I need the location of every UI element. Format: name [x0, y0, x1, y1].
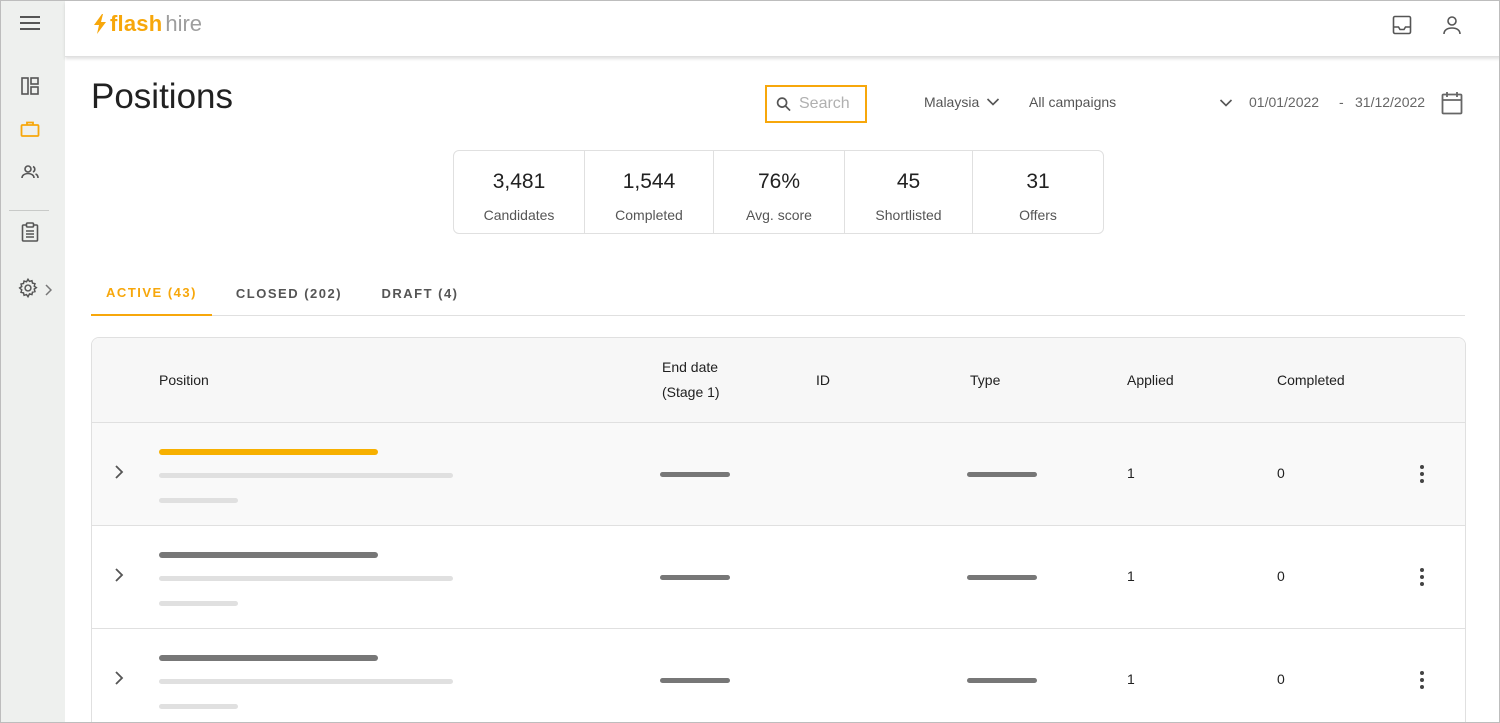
stat-value: 45 — [896, 170, 921, 193]
more-options-icon[interactable] — [1412, 669, 1432, 691]
date-separator: - — [1339, 94, 1344, 110]
tab-active[interactable]: ACTIVE (43) — [91, 271, 212, 316]
chevron-down-icon — [987, 98, 1000, 106]
stat-label: Offers — [1019, 207, 1057, 223]
stat-offers: 31 Offers — [973, 151, 1103, 233]
position-meta-placeholder — [159, 704, 238, 709]
dashboard-icon[interactable] — [17, 73, 43, 99]
top-bar: flash hire — [65, 1, 1499, 57]
expand-chevron-icon[interactable] — [110, 669, 128, 687]
date-from[interactable]: 01/01/2022 — [1249, 94, 1319, 110]
country-filter-value: Malaysia — [924, 94, 980, 110]
tab-closed[interactable]: CLOSED (202) — [224, 271, 354, 316]
positions-table: Position End date (Stage 1) ID Type Appl… — [91, 337, 1466, 722]
stats-summary: 3,481 Candidates 1,544 Completed 76% Avg… — [453, 150, 1104, 234]
column-header-end-date-line1: End date — [662, 359, 719, 375]
column-header-applied[interactable]: Applied — [1127, 368, 1174, 393]
type-placeholder — [967, 472, 1037, 477]
completed-count: 0 — [1277, 568, 1285, 584]
briefcase-icon[interactable] — [17, 116, 43, 142]
date-to[interactable]: 31/12/2022 — [1355, 94, 1425, 110]
sidebar — [1, 1, 65, 722]
chevron-down-icon — [1219, 99, 1233, 107]
search-icon — [776, 97, 791, 112]
stat-label: Shortlisted — [875, 207, 942, 223]
column-header-completed[interactable]: Completed — [1277, 368, 1345, 393]
position-subtitle-placeholder — [159, 576, 453, 581]
stat-label: Avg. score — [746, 207, 812, 223]
end-date-placeholder — [660, 678, 730, 683]
type-placeholder — [967, 678, 1037, 683]
inbox-icon[interactable] — [1389, 12, 1415, 38]
table-row[interactable]: 1 0 — [92, 629, 1465, 722]
flashhire-logo[interactable]: flash hire — [93, 11, 202, 37]
position-title-placeholder — [159, 552, 378, 558]
search-box[interactable] — [765, 85, 867, 123]
position-subtitle-placeholder — [159, 473, 453, 478]
column-header-end-date[interactable]: End date (Stage 1) — [662, 355, 720, 405]
position-meta-placeholder — [159, 498, 238, 503]
settings-gear-icon[interactable] — [15, 275, 41, 301]
calendar-icon[interactable] — [1441, 91, 1465, 117]
page-title: Positions — [91, 77, 234, 116]
completed-count: 0 — [1277, 671, 1285, 687]
stat-label: Completed — [615, 207, 683, 223]
end-date-placeholder — [660, 575, 730, 580]
column-header-position[interactable]: Position — [159, 368, 209, 393]
stat-value: 3,481 — [492, 170, 546, 193]
more-options-icon[interactable] — [1412, 566, 1432, 588]
campaign-filter[interactable]: All campaigns — [1029, 94, 1237, 110]
logo-flash-text: flash — [110, 11, 163, 36]
expand-chevron-icon[interactable] — [110, 463, 128, 481]
column-header-end-date-line2: (Stage 1) — [662, 384, 720, 400]
stat-avg-score: 76% Avg. score — [714, 151, 845, 233]
more-options-icon[interactable] — [1412, 463, 1432, 485]
country-filter[interactable]: Malaysia — [924, 94, 1000, 110]
position-tabs: ACTIVE (43) CLOSED (202) DRAFT (4) — [91, 271, 1465, 316]
applied-count: 1 — [1127, 465, 1135, 481]
table-row[interactable]: 1 0 — [92, 526, 1465, 629]
people-icon[interactable] — [17, 159, 43, 185]
app-window: flash hire Positions Malaysia All campai… — [0, 0, 1500, 723]
type-placeholder — [967, 575, 1037, 580]
expand-chevron-icon[interactable] — [110, 566, 128, 584]
column-header-id[interactable]: ID — [816, 368, 830, 393]
applied-count: 1 — [1127, 568, 1135, 584]
position-title-placeholder — [159, 655, 378, 661]
stat-value: 1,544 — [622, 170, 676, 193]
position-title-placeholder — [159, 449, 378, 455]
completed-count: 0 — [1277, 465, 1285, 481]
search-input[interactable] — [799, 95, 865, 113]
applied-count: 1 — [1127, 671, 1135, 687]
column-header-type[interactable]: Type — [970, 368, 1000, 393]
tab-draft[interactable]: DRAFT (4) — [371, 271, 469, 316]
menu-icon[interactable] — [17, 10, 43, 36]
clipboard-icon[interactable] — [17, 219, 43, 245]
stat-candidates: 3,481 Candidates — [454, 151, 585, 233]
position-meta-placeholder — [159, 601, 238, 606]
sidebar-divider — [9, 210, 49, 211]
logo-hire-text: hire — [165, 11, 203, 36]
table-header: Position End date (Stage 1) ID Type Appl… — [92, 338, 1465, 423]
stat-completed: 1,544 Completed — [585, 151, 714, 233]
stat-shortlisted: 45 Shortlisted — [845, 151, 973, 233]
stat-value: 76% — [757, 170, 801, 193]
end-date-placeholder — [660, 472, 730, 477]
bolt-icon — [94, 14, 106, 34]
position-subtitle-placeholder — [159, 679, 453, 684]
campaign-filter-value: All campaigns — [1029, 94, 1117, 110]
stat-label: Candidates — [483, 207, 555, 223]
stat-value: 31 — [1026, 170, 1050, 193]
chevron-right-icon[interactable] — [41, 277, 55, 303]
user-account-icon[interactable] — [1439, 12, 1465, 38]
table-row[interactable]: 1 0 — [92, 423, 1465, 526]
